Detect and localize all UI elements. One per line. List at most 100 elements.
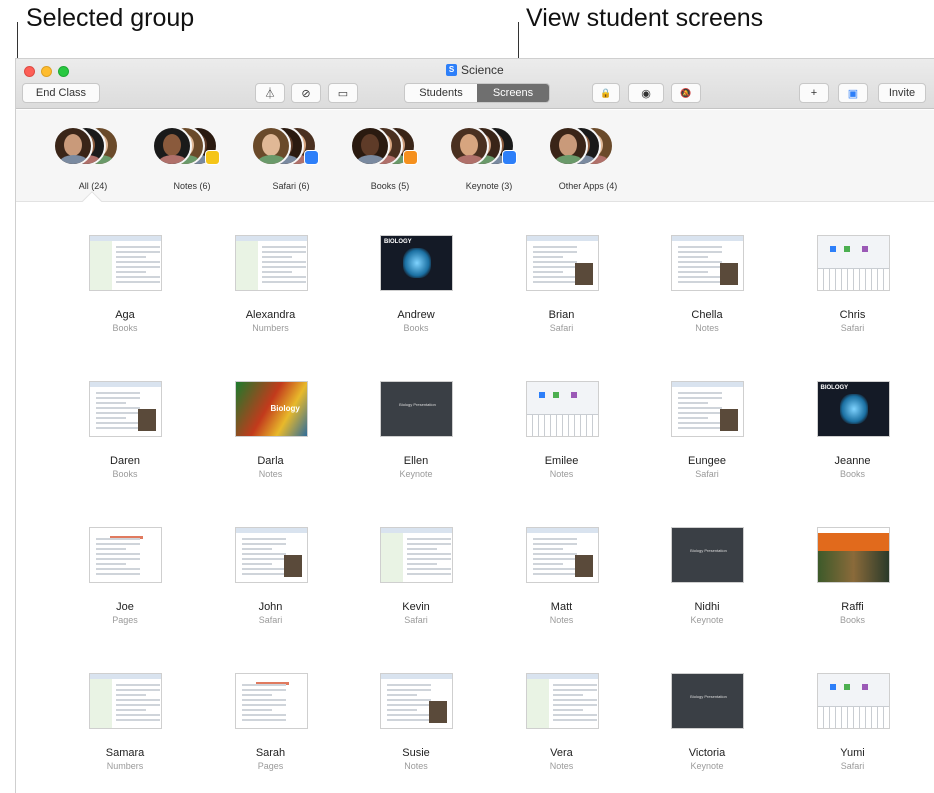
student-name: Chella [691,309,723,321]
group-3[interactable]: Books (5) [345,126,435,191]
close-window-button[interactable] [24,66,35,77]
student-tile[interactable]: Daren Books [52,348,198,488]
screen-thumbnail[interactable] [380,527,453,583]
avatar [152,126,192,166]
end-class-button[interactable]: End Class [22,83,100,103]
invite-button[interactable]: Invite [878,83,926,103]
student-tile[interactable]: Emilee Notes [489,348,635,488]
tab-students[interactable]: Students [405,84,477,102]
group-avatar-stack [444,126,534,166]
student-app: Books [112,323,138,333]
airplay-icon: ▭ [337,87,349,100]
student-tile[interactable]: Eungee Safari [634,348,780,488]
student-app: Books [112,469,138,479]
screen-thumbnail[interactable] [525,235,599,291]
group-4[interactable]: Keynote (3) [444,126,534,191]
screen-button[interactable]: ▣ [838,83,868,103]
eye-icon: ◉ [641,87,651,100]
screen-thumbnail[interactable] [89,235,162,291]
group-avatar-stack [48,126,138,166]
group-avatar-stack [147,126,237,166]
student-tile[interactable]: Kevin Safari [343,494,489,634]
screen-thumbnail[interactable] [816,673,890,729]
screen-thumbnail[interactable] [89,673,162,729]
student-tile[interactable]: Matt Notes [489,494,635,634]
screen-thumbnail[interactable]: Biology [234,381,308,437]
student-name: Nidhi [694,601,720,613]
student-tile[interactable]: Biology Presentation Victoria Keynote [634,640,780,780]
screen-thumbnail[interactable] [671,235,744,291]
student-tile[interactable]: BIOLOGY Andrew Books [343,202,489,342]
student-tile[interactable]: Biology Darla Notes [198,348,344,488]
group-label: Notes (6) [173,181,211,191]
student-name: Andrew [397,309,435,321]
screen-thumbnail[interactable] [671,381,744,437]
add-button[interactable]: + [799,83,829,103]
student-name: Ellen [403,455,429,467]
student-tile[interactable]: Samara Numbers [52,640,198,780]
screen-thumbnail[interactable] [380,673,453,729]
screen-thumbnail[interactable] [234,673,308,729]
lock-button[interactable]: 🔒 [592,83,620,103]
screen-thumbnail[interactable] [525,527,599,583]
student-tile[interactable]: Biology Presentation Ellen Keynote [343,348,489,488]
student-tile[interactable]: Vera Notes [489,640,635,780]
student-name: Matt [550,601,573,613]
screen-thumbnail[interactable]: BIOLOGY [380,235,453,291]
student-tile[interactable]: Chris Safari [780,202,926,342]
mute-button[interactable]: 🔕 [671,83,701,103]
student-app: Numbers [252,323,289,333]
screen-thumbnail[interactable] [816,235,890,291]
student-tile[interactable]: Raffi Books [780,494,926,634]
student-app: Books [403,323,429,333]
group-2[interactable]: Safari (6) [246,126,336,191]
navigate-button[interactable]: ⊘ [291,83,321,103]
student-tile[interactable]: Joe Pages [52,494,198,634]
student-tile[interactable]: Brian Safari [489,202,635,342]
screen-thumbnail[interactable]: Biology Presentation [380,381,453,437]
minimize-window-button[interactable] [41,66,52,77]
screen-thumbnail[interactable] [816,527,890,583]
student-app: Keynote [399,469,433,479]
view-segmented-control: Students Screens [404,83,550,103]
student-tile[interactable]: Chella Notes [634,202,780,342]
plus-icon: + [810,87,818,99]
airdrop-button[interactable]: ⏃ [255,83,285,103]
avatar [251,126,291,166]
screen-thumbnail[interactable]: BIOLOGY [816,381,890,437]
screen-thumbnail[interactable] [525,673,599,729]
student-app: Notes [549,615,574,625]
student-tile[interactable]: Aga Books [52,202,198,342]
student-app: Safari [404,615,428,625]
student-name: Eungee [688,455,726,467]
screen-thumbnail[interactable] [89,527,162,583]
student-tile[interactable]: Susie Notes [343,640,489,780]
student-tile[interactable]: Biology Presentation Nidhi Keynote [634,494,780,634]
screen-thumbnail[interactable] [89,381,162,437]
student-app: Safari [840,323,865,333]
tab-screens[interactable]: Screens [477,84,549,102]
student-app: Books [839,615,865,625]
student-tile[interactable]: John Safari [198,494,344,634]
student-tile[interactable]: Alexandra Numbers [198,202,344,342]
avatar [548,126,588,166]
student-tile[interactable]: Yumi Safari [780,640,926,780]
student-tile[interactable]: BIOLOGY Jeanne Books [780,348,926,488]
screen-thumbnail[interactable]: Biology Presentation [671,527,744,583]
group-label: Keynote (3) [465,181,513,191]
screen-thumbnail[interactable] [234,527,308,583]
screen-thumbnail[interactable] [234,235,308,291]
airplay-button[interactable]: ▭ [328,83,358,103]
screen-thumbnail[interactable] [525,381,599,437]
student-tile[interactable]: Sarah Pages [198,640,344,780]
view-button[interactable]: ◉ [628,83,664,103]
group-5[interactable]: Other Apps (4) [543,126,633,191]
screen-thumbnail[interactable]: Biology Presentation [671,673,744,729]
group-0[interactable]: All (24) [48,126,138,191]
group-1[interactable]: Notes (6) [147,126,237,191]
student-app: Pages [112,615,138,625]
zoom-window-button[interactable] [58,66,69,77]
student-name: Sarah [255,747,286,759]
app-badge-icon [403,150,418,165]
student-app: Safari [695,469,719,479]
